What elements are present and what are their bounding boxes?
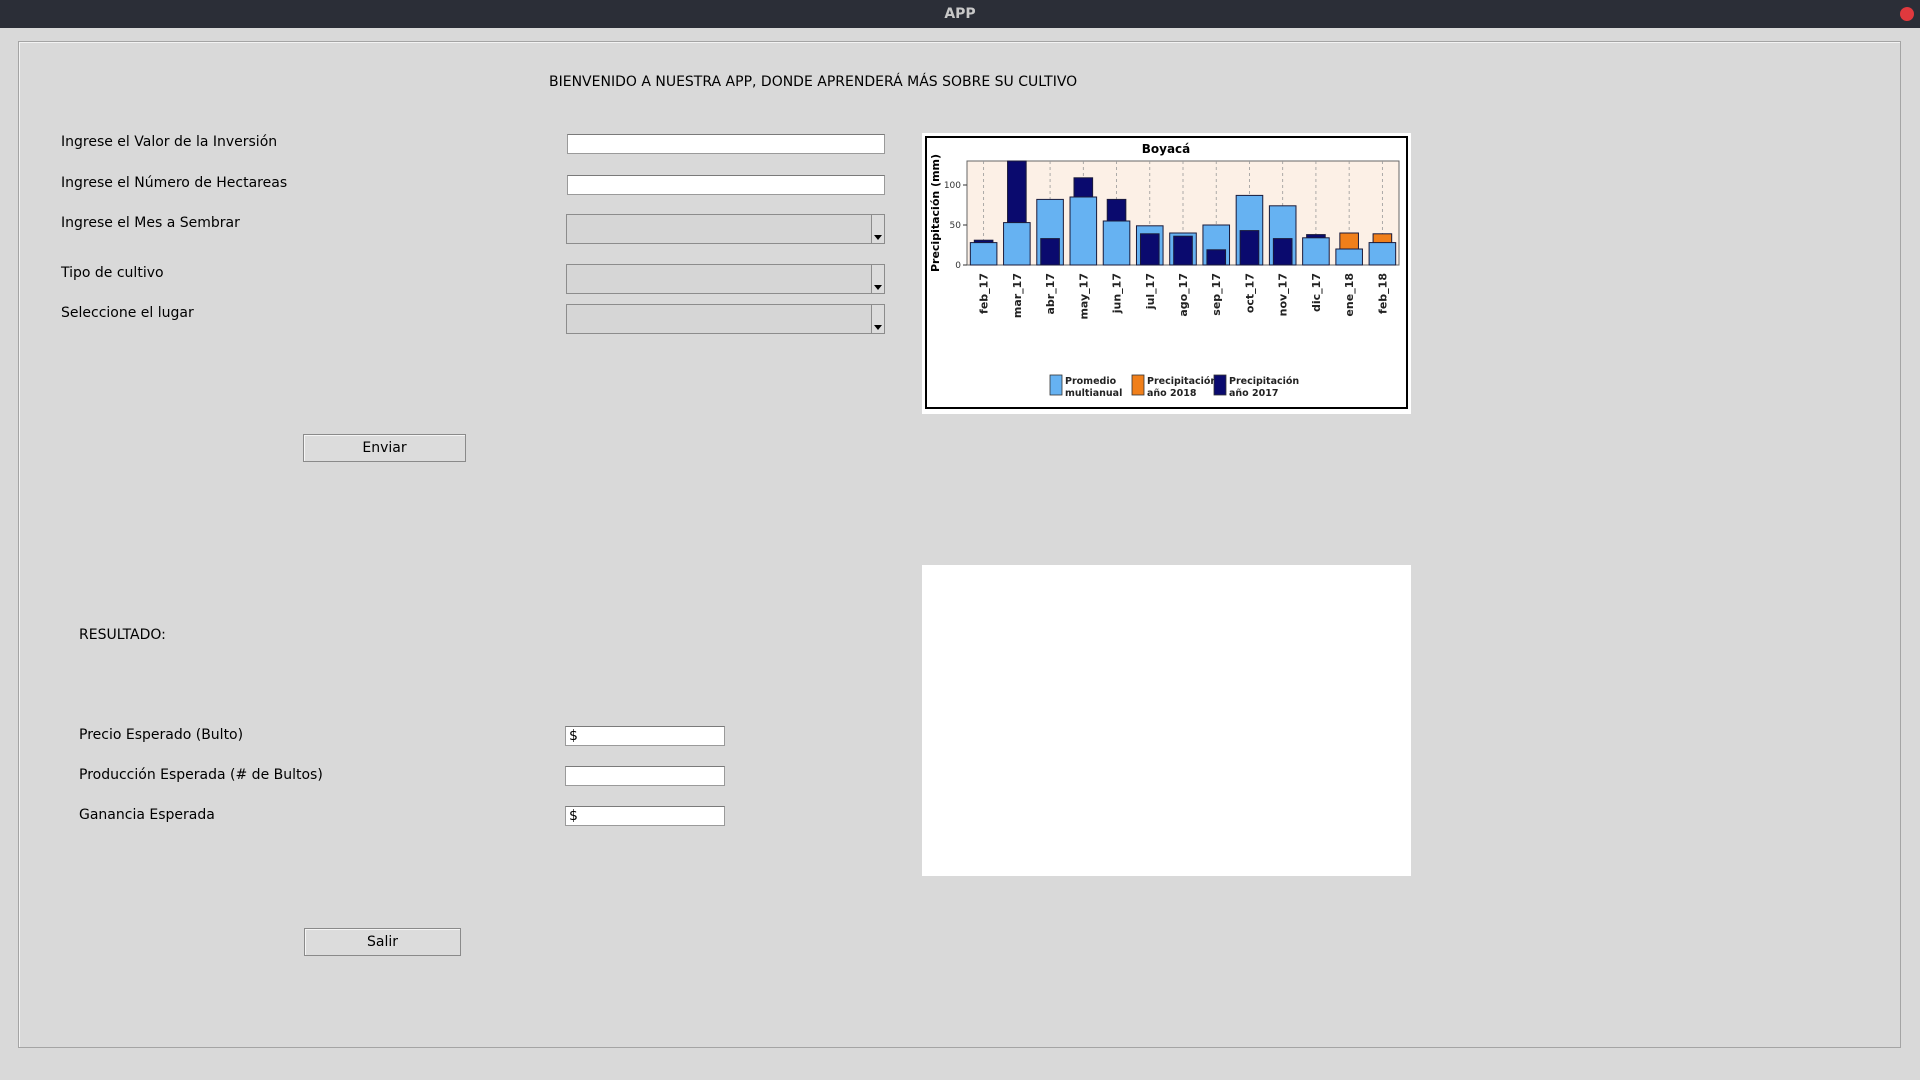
bar-precipitacion-2017 [1272, 238, 1293, 266]
bar-promedio [1069, 196, 1098, 266]
y-tick-label: 50 [950, 221, 962, 231]
y-axis-label: Precipitación (mm) [929, 154, 942, 272]
y-tick-label: 100 [944, 181, 961, 191]
crop-select[interactable] [566, 264, 885, 294]
bar-precipitacion-2017 [1206, 249, 1227, 266]
x-tick-label: dic_17 [1310, 273, 1323, 312]
production-output[interactable] [565, 766, 725, 786]
bar-precipitacion-2017 [1239, 230, 1260, 266]
bar-promedio [1368, 242, 1397, 266]
bar-precipitacion-2017 [1040, 238, 1060, 266]
crop-select-chevron-down-icon[interactable] [871, 265, 884, 293]
profit-output[interactable]: $ [565, 806, 725, 826]
x-tick-label: sep_17 [1210, 273, 1223, 316]
x-tick-label: oct_17 [1243, 273, 1256, 313]
x-tick-label: nov_17 [1277, 273, 1290, 316]
legend-swatch [1213, 374, 1227, 396]
precipitation-chart-svg: Boyacá Precipitación (mm) 050100 feb_17 m… [925, 136, 1408, 409]
chart-title: Boyacá [1142, 142, 1191, 156]
x-tick-label: may_17 [1077, 273, 1090, 320]
x-tick-label: mar_17 [1011, 273, 1024, 318]
title-bar: APP [0, 0, 1920, 28]
bar-promedio [969, 242, 998, 266]
legend-swatch [1131, 374, 1145, 396]
bar-precipitacion-2017 [1173, 235, 1193, 266]
hectares-input[interactable] [567, 175, 885, 195]
legend-swatch [1049, 374, 1063, 396]
month-select[interactable] [566, 214, 885, 244]
exit-button[interactable]: Salir [304, 928, 461, 956]
welcome-text: BIENVENIDO A NUESTRA APP, DONDE APRENDER… [549, 74, 1078, 90]
hectares-label: Ingrese el Número de Hectareas [61, 175, 288, 191]
legend-label: año 2018 [1147, 388, 1197, 399]
y-tick-label: 0 [955, 261, 961, 271]
place-label: Seleccione el lugar [61, 305, 194, 321]
legend-label: multianual [1065, 388, 1122, 399]
investment-input[interactable] [567, 134, 885, 154]
bar-promedio [1003, 222, 1031, 266]
window-title: APP [944, 6, 976, 22]
submit-button[interactable]: Enviar [303, 434, 466, 462]
bar-promedio [1302, 237, 1330, 266]
x-tick-label: ene_18 [1343, 273, 1356, 317]
legend-label: Precipitación [1147, 376, 1217, 387]
investment-label: Ingrese el Valor de la Inversión [61, 134, 278, 150]
result-image-area [922, 565, 1411, 876]
crop-label: Tipo de cultivo [61, 265, 164, 281]
month-select-chevron-down-icon[interactable] [871, 215, 884, 243]
bar-precipitacion-2017 [1139, 233, 1160, 266]
x-tick-label: feb_18 [1376, 273, 1389, 314]
legend-label: Precipitación [1229, 376, 1299, 387]
x-tick-label: feb_17 [978, 273, 991, 314]
production-label: Producción Esperada (# de Bultos) [79, 767, 323, 783]
close-icon[interactable] [1900, 7, 1914, 21]
place-select-chevron-down-icon[interactable] [871, 305, 884, 333]
x-tick-label: jun_17 [1111, 273, 1124, 314]
result-heading: RESULTADO: [79, 627, 166, 643]
price-output[interactable]: $ [565, 726, 725, 746]
price-label: Precio Esperado (Bulto) [79, 727, 244, 743]
legend-label: año 2017 [1229, 388, 1278, 399]
x-tick-label: ago_17 [1177, 273, 1190, 317]
precipitation-chart: Boyacá Precipitación (mm) 0 50 100 feb_17 m… [922, 133, 1411, 414]
x-tick-label: abr_17 [1044, 273, 1057, 315]
legend-label: Promedio [1065, 376, 1117, 387]
bar-promedio [1335, 248, 1363, 266]
month-label: Ingrese el Mes a Sembrar [61, 215, 240, 231]
place-select[interactable] [566, 304, 885, 334]
bar-promedio [1102, 220, 1131, 266]
x-tick-label: jul_17 [1144, 273, 1157, 310]
profit-label: Ganancia Esperada [79, 807, 215, 823]
